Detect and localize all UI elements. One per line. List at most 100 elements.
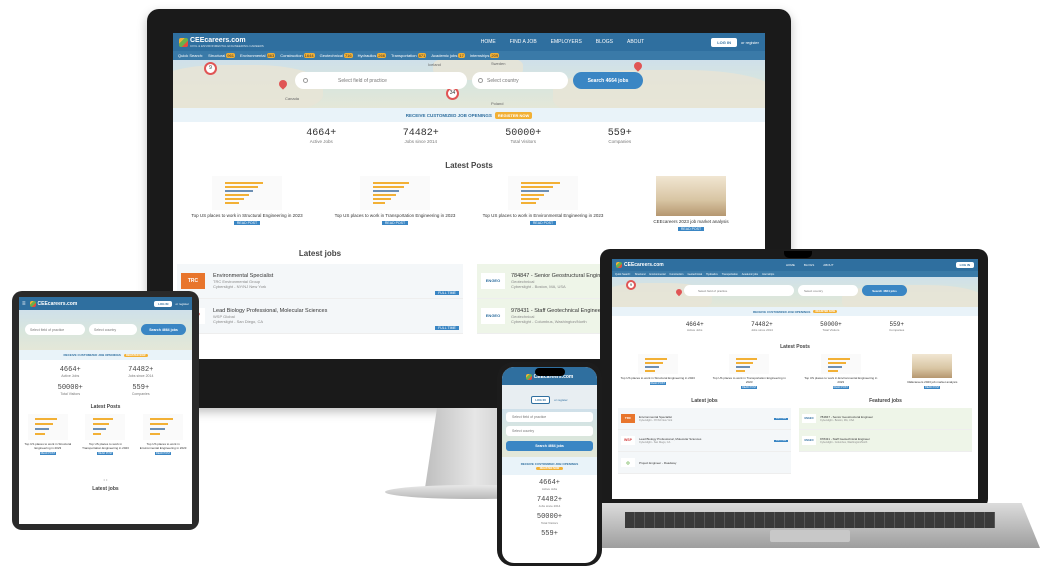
map-cluster[interactable]: 9 bbox=[204, 62, 217, 75]
site-logo[interactable]: CEEcareers.com bbox=[616, 262, 664, 268]
company-logo: TRC bbox=[181, 273, 205, 289]
country-select[interactable]: Select country bbox=[89, 324, 137, 335]
nav-home[interactable]: HOME bbox=[481, 39, 496, 45]
carousel-dots[interactable]: • • bbox=[19, 477, 192, 482]
post-card[interactable]: Top US places to work in Structural Engi… bbox=[617, 354, 698, 398]
read-post-button[interactable]: READ POST bbox=[382, 221, 408, 225]
job-map[interactable]: Select field of practice Select country … bbox=[19, 310, 192, 350]
tablet-header: ≡ CEEcareers.com LOG IN or register bbox=[19, 297, 192, 310]
main-nav: HOME BLOGS ABOUT bbox=[786, 263, 834, 267]
latest-jobs-heading: Latest jobs bbox=[92, 486, 119, 492]
post-title[interactable]: Top US places to work in Transportation … bbox=[335, 213, 456, 218]
post-card[interactable]: Top US places to work in Transportation … bbox=[709, 354, 790, 398]
map-label-poland: Poland bbox=[491, 101, 504, 106]
quick-search-environmental[interactable]: Environmental 863 bbox=[240, 53, 276, 58]
register-now-button[interactable]: REGISTER NOW bbox=[535, 467, 564, 470]
field-of-practice-select[interactable]: Select field of practice bbox=[295, 72, 467, 89]
customized-jobs-banner: RECEIVE CUSTOMIZED JOB OPENINGS REGISTER… bbox=[173, 108, 765, 122]
nav-employers[interactable]: EMPLOYERS bbox=[551, 39, 582, 45]
stat-total-visitors: 50000+ Total Visitors bbox=[505, 128, 542, 144]
site-logo[interactable]: ≡ CEEcareers.com bbox=[22, 300, 77, 307]
featured-job-row[interactable]: ENGEO 978431 - Staff Geotechnical Enginee… bbox=[799, 430, 972, 452]
quick-search-internships[interactable]: Internships 209 bbox=[470, 53, 500, 58]
quick-search-construction[interactable]: Construction 1644 bbox=[280, 53, 315, 58]
nav-blogs[interactable]: BLOGS bbox=[596, 39, 613, 45]
quick-search-structural[interactable]: Structural 961 bbox=[208, 53, 235, 58]
job-map[interactable]: 9 Select field of practice Select countr… bbox=[612, 277, 978, 307]
post-card[interactable]: Top US places to work in Environmental E… bbox=[480, 176, 606, 246]
post-card[interactable]: CEEcareers 2023 job market analysis READ … bbox=[892, 354, 973, 398]
featured-job-row[interactable]: ENGEO 784847 - Senior Geostructural Engin… bbox=[799, 408, 972, 430]
nav-about[interactable]: ABOUT bbox=[823, 263, 833, 267]
latest-jobs-heading: Latest jobs bbox=[298, 249, 342, 258]
register-link[interactable]: or register bbox=[741, 40, 759, 45]
menu-icon[interactable]: ≡ bbox=[22, 301, 26, 307]
field-of-practice-select[interactable]: Select field of practice bbox=[506, 412, 593, 422]
post-card[interactable]: Top US places to work in Environmental E… bbox=[800, 354, 881, 398]
latest-posts-heading: Latest Posts bbox=[90, 404, 121, 410]
post-card[interactable]: Top US places to work in Structural Engi… bbox=[21, 414, 74, 474]
job-row[interactable]: WSP Lead Biology Professional, Molecular … bbox=[618, 430, 791, 452]
search-jobs-button[interactable]: Search 4664 jobs bbox=[573, 72, 643, 89]
job-type-button[interactable]: FULL TIME bbox=[435, 326, 459, 330]
login-button[interactable]: LOG IN bbox=[711, 37, 737, 47]
login-button[interactable]: LOG IN bbox=[955, 262, 974, 268]
nav-find-a-job[interactable]: FIND A JOB bbox=[510, 39, 537, 45]
job-row[interactable]: ◎ Project Engineer - Roadway bbox=[618, 452, 791, 474]
map-label-iceland: Iceland bbox=[428, 62, 441, 67]
login-button[interactable]: LOG IN bbox=[531, 396, 550, 404]
field-of-practice-select[interactable]: Select field of practice bbox=[684, 285, 794, 296]
post-card[interactable]: Top US places to work in Transportation … bbox=[332, 176, 458, 246]
search-jobs-button[interactable]: Search 4664 jobs bbox=[506, 441, 593, 451]
country-select[interactable]: Select country bbox=[798, 285, 858, 296]
country-select[interactable]: Select country bbox=[472, 72, 568, 89]
latest-posts-heading: Latest Posts bbox=[780, 344, 810, 350]
featured-jobs-heading: Featured jobs bbox=[869, 398, 902, 404]
post-title[interactable]: Top US places to work in Structural Engi… bbox=[187, 213, 308, 218]
post-chart-image bbox=[508, 176, 578, 210]
field-of-practice-select[interactable]: Select field of practice bbox=[25, 324, 85, 335]
quick-search-academic[interactable]: Academic jobs 17 bbox=[431, 53, 465, 58]
customized-jobs-banner: RECEIVE CUSTOMIZED JOB OPENINGS REGISTER … bbox=[502, 457, 597, 475]
register-now-button[interactable]: REGISTER NOW bbox=[494, 111, 533, 119]
search-icon bbox=[303, 78, 308, 83]
job-row[interactable]: WSP Lead Biology Professional, Molecular… bbox=[177, 299, 463, 334]
nav-about[interactable]: ABOUT bbox=[627, 39, 644, 45]
job-type-button[interactable]: FULL TIME bbox=[435, 291, 459, 295]
job-row[interactable]: TRC Environmental Specialist Cyberslight -… bbox=[618, 408, 791, 430]
stats-list: 4664+ Active Jobs 74482+ Jobs since 2014… bbox=[536, 479, 563, 538]
job-map[interactable]: Select field of practice Select country … bbox=[502, 409, 597, 457]
post-title[interactable]: Top US places to work in Environmental E… bbox=[483, 213, 604, 218]
company-logo: ENGEO bbox=[481, 308, 505, 324]
job-meta: Cyberslight - San Diego, CA bbox=[213, 319, 264, 324]
quick-search-geotechnical[interactable]: Geotechnical 716 bbox=[320, 53, 353, 58]
nav-blogs[interactable]: BLOGS bbox=[804, 263, 814, 267]
login-button[interactable]: LOG IN bbox=[154, 300, 173, 307]
country-select[interactable]: Select country bbox=[506, 426, 593, 436]
job-row[interactable]: TRC Environmental Specialist TRC Environ… bbox=[177, 264, 463, 299]
register-link[interactable]: or register bbox=[554, 398, 568, 402]
register-now-button[interactable]: REGISTER NOW bbox=[123, 353, 148, 357]
stats-row: 4664+ Active Jobs 74482+ Jobs since 2014 5… bbox=[173, 122, 765, 152]
job-map[interactable]: Canada Iceland Sweden Poland 9 34 Select… bbox=[173, 60, 765, 108]
post-card[interactable]: CEEcareers 2023 job market analysis READ… bbox=[628, 176, 754, 246]
post-card[interactable]: Top US places to work in Environmental E… bbox=[137, 414, 190, 474]
post-card[interactable]: Top US places to work in Structural Engi… bbox=[184, 176, 310, 246]
read-post-button[interactable]: READ POST bbox=[530, 221, 556, 225]
quick-search-transportation[interactable]: Transportation 871 bbox=[391, 53, 427, 58]
location-icon bbox=[478, 78, 483, 83]
read-post-button[interactable]: READ POST bbox=[234, 221, 260, 225]
search-jobs-button[interactable]: Search 4664 jobs bbox=[141, 324, 186, 335]
logo-mark-icon bbox=[29, 300, 36, 307]
register-link[interactable]: or register bbox=[175, 302, 189, 306]
register-now-button[interactable]: REGISTER NOW bbox=[813, 310, 838, 313]
post-card[interactable]: Top US places to work in Transportation … bbox=[79, 414, 132, 474]
site-logo[interactable]: CEEcareers.com CIVIL & ENVIRONMENTAL ENGI… bbox=[179, 37, 264, 48]
map-cluster[interactable]: 9 bbox=[626, 280, 636, 290]
nav-home[interactable]: HOME bbox=[786, 263, 795, 267]
post-title[interactable]: CEEcareers 2023 job market analysis bbox=[631, 219, 752, 224]
read-post-button[interactable]: READ POST bbox=[678, 227, 704, 231]
quick-search-hydraulics[interactable]: Hydraulics 266 bbox=[358, 53, 386, 58]
search-jobs-button[interactable]: Search 4664 jobs bbox=[862, 285, 907, 296]
main-nav: HOME FIND A JOB EMPLOYERS BLOGS ABOUT bbox=[481, 39, 645, 45]
